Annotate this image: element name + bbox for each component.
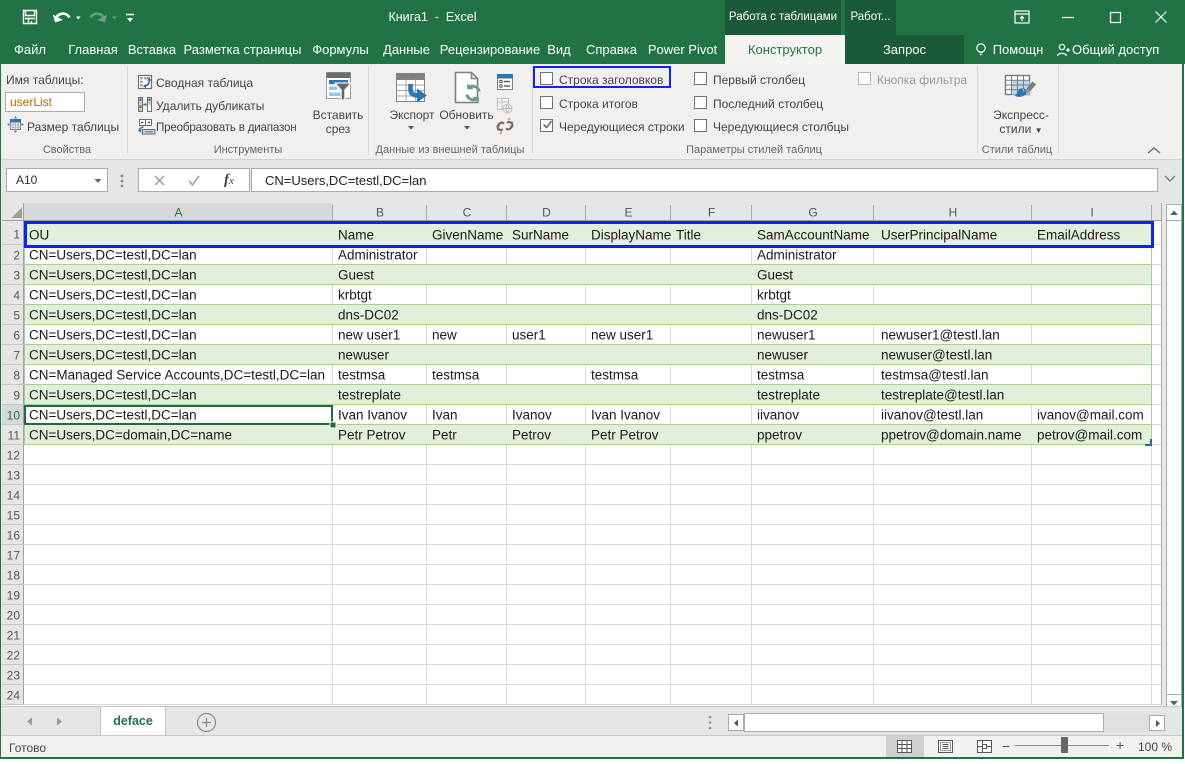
svg-text:dns-DC02: dns-DC02: [757, 308, 818, 323]
svg-text:CN=Users,DC=testl,DC=lan: CN=Users,DC=testl,DC=lan: [29, 268, 197, 283]
svg-text:23: 23: [7, 669, 21, 683]
svg-text:newuser1@testl.lan: newuser1@testl.lan: [881, 328, 1000, 343]
svg-text:24: 24: [7, 689, 21, 703]
svg-text:Administrator: Administrator: [757, 248, 837, 263]
svg-text:CN=Users,DC=testl,DC=lan: CN=Users,DC=testl,DC=lan: [29, 388, 197, 403]
svg-text:3: 3: [13, 269, 20, 283]
svg-text:CN=Users,DC=testl,DC=lan: CN=Users,DC=testl,DC=lan: [29, 348, 197, 363]
svg-text:testreplate: testreplate: [338, 388, 401, 403]
svg-text:1: 1: [13, 228, 20, 242]
svg-text:newuser: newuser: [338, 348, 390, 363]
svg-text:Petr Petrov: Petr Petrov: [591, 428, 659, 443]
svg-text:krbtgt: krbtgt: [757, 288, 791, 303]
svg-text:20: 20: [7, 609, 21, 623]
svg-text:DisplayName: DisplayName: [591, 228, 671, 243]
svg-text:7: 7: [13, 349, 20, 363]
svg-text:Guest: Guest: [338, 268, 374, 283]
svg-text:Petrov: Petrov: [512, 428, 551, 443]
svg-text:16: 16: [7, 529, 21, 543]
svg-text:CN=Users,DC=testl,DC=lan: CN=Users,DC=testl,DC=lan: [29, 408, 197, 423]
svg-text:testmsa: testmsa: [432, 368, 480, 383]
svg-text:newuser: newuser: [757, 348, 809, 363]
svg-text:Name: Name: [338, 228, 374, 243]
svg-text:user1: user1: [512, 328, 546, 343]
svg-text:Ivanov: Ivanov: [512, 408, 552, 423]
svg-text:5: 5: [13, 309, 20, 323]
svg-text:G: G: [808, 206, 817, 220]
svg-text:newuser@testl.lan: newuser@testl.lan: [881, 348, 992, 363]
svg-text:11: 11: [8, 429, 21, 443]
svg-text:new: new: [432, 328, 457, 343]
svg-text:Ivan Ivanov: Ivan Ivanov: [338, 408, 407, 423]
svg-text:17: 17: [7, 549, 21, 563]
svg-text:UserPrincipalName: UserPrincipalName: [881, 228, 997, 243]
svg-text:testmsa: testmsa: [338, 368, 386, 383]
svg-text:14: 14: [7, 489, 21, 503]
svg-text:CN=Users,DC=testl,DC=lan: CN=Users,DC=testl,DC=lan: [29, 328, 197, 343]
svg-text:Ivan: Ivan: [432, 408, 458, 423]
svg-text:dns-DC02: dns-DC02: [338, 308, 399, 323]
svg-text:Guest: Guest: [757, 268, 793, 283]
svg-text:10: 10: [7, 409, 21, 423]
svg-text:iivanov: iivanov: [757, 408, 799, 423]
svg-text:SurName: SurName: [512, 228, 569, 243]
svg-text:CN=Users,DC=domain,DC=name: CN=Users,DC=domain,DC=name: [29, 428, 232, 443]
svg-text:22: 22: [7, 649, 21, 663]
svg-text:C: C: [463, 206, 472, 220]
svg-text:I: I: [1090, 206, 1093, 220]
svg-text:CN=Users,DC=testl,DC=lan: CN=Users,DC=testl,DC=lan: [29, 288, 197, 303]
svg-text:CN=Users,DC=testl,DC=lan: CN=Users,DC=testl,DC=lan: [29, 248, 197, 263]
svg-text:B: B: [376, 206, 384, 220]
svg-text:21: 21: [7, 629, 21, 643]
svg-text:ppetrov@domain.name: ppetrov@domain.name: [881, 428, 1022, 443]
svg-text:new user1: new user1: [338, 328, 400, 343]
svg-text:H: H: [949, 206, 958, 220]
svg-text:testmsa: testmsa: [757, 368, 805, 383]
svg-text:testmsa@testl.lan: testmsa@testl.lan: [881, 368, 989, 383]
svg-text:Administrator: Administrator: [338, 248, 418, 263]
svg-text:OU: OU: [29, 228, 49, 243]
svg-text:15: 15: [7, 509, 21, 523]
svg-text:testreplate@testl.lan: testreplate@testl.lan: [881, 388, 1004, 403]
svg-text:iivanov@testl.lan: iivanov@testl.lan: [881, 408, 983, 423]
svg-text:Petr Petrov: Petr Petrov: [338, 428, 406, 443]
svg-text:13: 13: [7, 469, 21, 483]
svg-text:new user1: new user1: [591, 328, 653, 343]
svg-text:testmsa: testmsa: [591, 368, 639, 383]
svg-text:D: D: [542, 206, 551, 220]
svg-text:Ivan Ivanov: Ivan Ivanov: [591, 408, 660, 423]
svg-text:Petr: Petr: [432, 428, 457, 443]
svg-text:F: F: [708, 206, 715, 220]
svg-text:ppetrov: ppetrov: [757, 428, 802, 443]
svg-text:A: A: [174, 206, 182, 220]
svg-text:9: 9: [13, 389, 20, 403]
svg-text:SamAccountName: SamAccountName: [757, 228, 870, 243]
svg-text:GivenName: GivenName: [432, 228, 503, 243]
svg-text:8: 8: [13, 369, 20, 383]
svg-text:EmailAddress: EmailAddress: [1037, 228, 1121, 243]
svg-text:petrov@mail.com: petrov@mail.com: [1037, 428, 1142, 443]
svg-text:newuser1: newuser1: [757, 328, 816, 343]
svg-text:CN=Managed Service Accounts,DC: CN=Managed Service Accounts,DC=testl,DC=…: [29, 368, 325, 383]
svg-text:18: 18: [7, 569, 21, 583]
svg-text:12: 12: [7, 449, 21, 463]
svg-text:krbtgt: krbtgt: [338, 288, 372, 303]
svg-text:4: 4: [13, 289, 20, 303]
svg-text:6: 6: [13, 329, 20, 343]
svg-text:ivanov@mail.com: ivanov@mail.com: [1037, 408, 1144, 423]
svg-text:E: E: [624, 206, 632, 220]
svg-text:Title: Title: [676, 228, 701, 243]
svg-text:19: 19: [7, 589, 21, 603]
svg-text:testreplate: testreplate: [757, 388, 820, 403]
svg-text:2: 2: [13, 249, 20, 263]
svg-text:CN=Users,DC=testl,DC=lan: CN=Users,DC=testl,DC=lan: [29, 308, 197, 323]
